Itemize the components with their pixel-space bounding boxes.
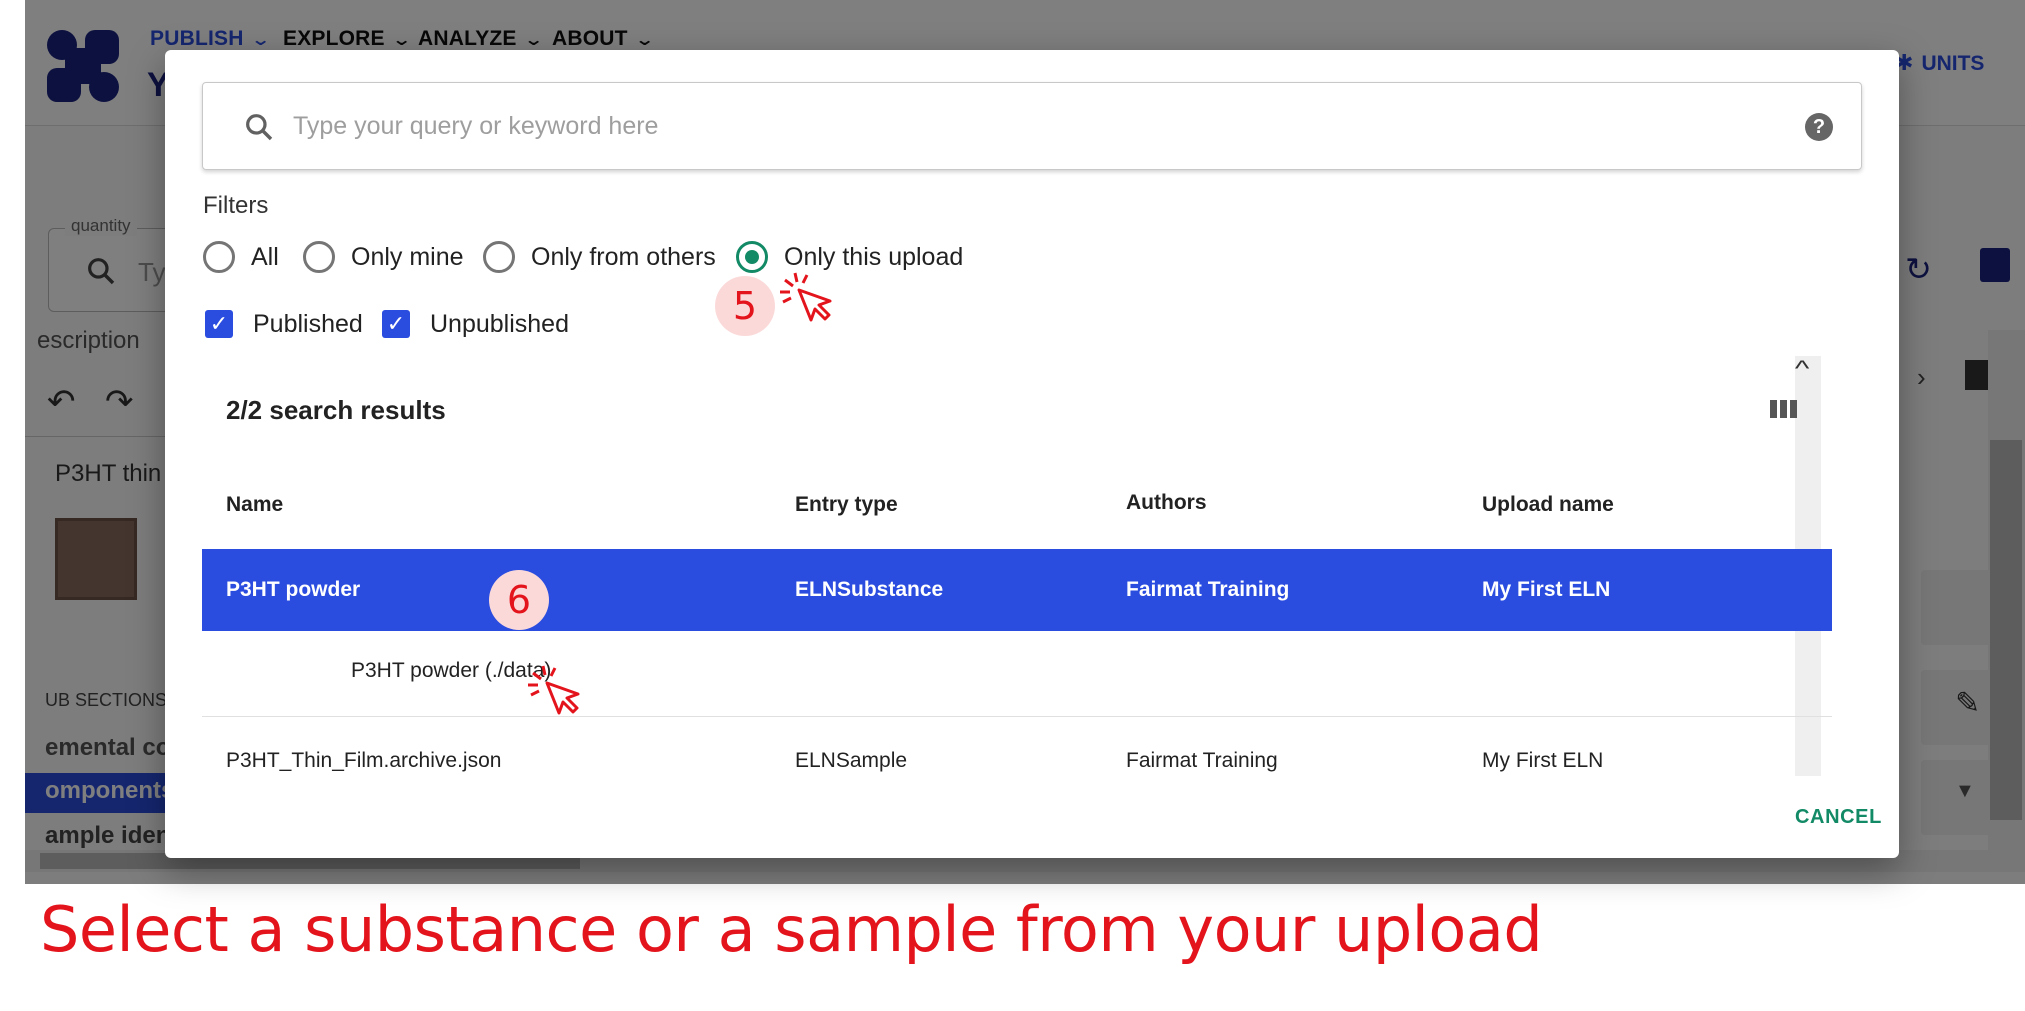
table-row-selected[interactable]: P3HT powder ELNSubstance Fairmat Trainin… [202,549,1832,631]
cell-entry-type: ELNSample [795,749,908,772]
table-row[interactable]: P3HT_Thin_Film.archive.json ELNSample Fa… [202,717,1832,797]
checkbox-published[interactable]: ✓ Published [205,308,363,340]
click-cursor-icon [528,665,580,715]
radio-circle[interactable] [483,241,515,273]
radio-label: Only mine [351,242,464,271]
cell-upload-name: My First ELN [1482,749,1604,772]
reference-search-dialog: ? Filters All Only mine Only from others… [165,50,1899,858]
click-cursor-icon [780,272,832,322]
view-columns-icon[interactable] [1769,397,1799,421]
checkmark-icon[interactable]: ✓ [382,310,410,338]
radio-label: Only this upload [784,242,964,271]
search-field[interactable]: ? [202,82,1862,170]
column-header-name[interactable]: Name [226,493,283,517]
radio-only-from-others[interactable]: Only from others [483,240,716,274]
cell-name: P3HT powder [226,578,361,601]
cancel-button[interactable]: CANCEL [1795,806,1882,829]
cell-upload-name: My First ELN [1482,578,1611,601]
filters-label: Filters [203,192,269,219]
results-count: 2/2 search results [226,395,446,425]
radio-all[interactable]: All [203,240,279,274]
radio-label: Only from others [531,242,716,271]
radio-only-this-upload[interactable]: Only this upload [736,240,963,274]
cell-authors: Fairmat Training [1126,749,1278,772]
checkbox-label: Published [253,309,363,338]
radio-label: All [251,242,279,271]
step-badge-5: 5 [715,276,775,336]
tutorial-caption: Select a substance or a sample from your… [40,893,1543,966]
radio-circle[interactable] [203,241,235,273]
cell-authors: Fairmat Training [1126,578,1290,601]
radio-circle-checked[interactable] [736,241,768,273]
checkmark-icon[interactable]: ✓ [205,310,233,338]
radio-only-mine[interactable]: Only mine [303,240,464,274]
search-icon [246,114,273,141]
cell-entry-type: ELNSubstance [795,578,944,601]
column-header-authors[interactable]: Authors [1126,491,1207,515]
help-icon[interactable]: ? [1805,113,1833,141]
column-header-entry-type[interactable]: Entry type [795,493,898,517]
search-input[interactable] [293,83,1773,169]
cell-detail-path: P3HT powder (./data) [351,659,552,682]
checkbox-label: Unpublished [430,309,569,338]
radio-circle[interactable] [303,241,335,273]
column-header-upload-name[interactable]: Upload name [1482,493,1614,517]
table-row-detail[interactable]: P3HT powder (./data) [202,631,1832,717]
checkbox-unpublished[interactable]: ✓ Unpublished [382,308,569,340]
cell-name: P3HT_Thin_Film.archive.json [226,749,502,772]
scroll-up-icon[interactable]: ^ [1795,356,1809,382]
step-badge-6: 6 [489,570,549,630]
